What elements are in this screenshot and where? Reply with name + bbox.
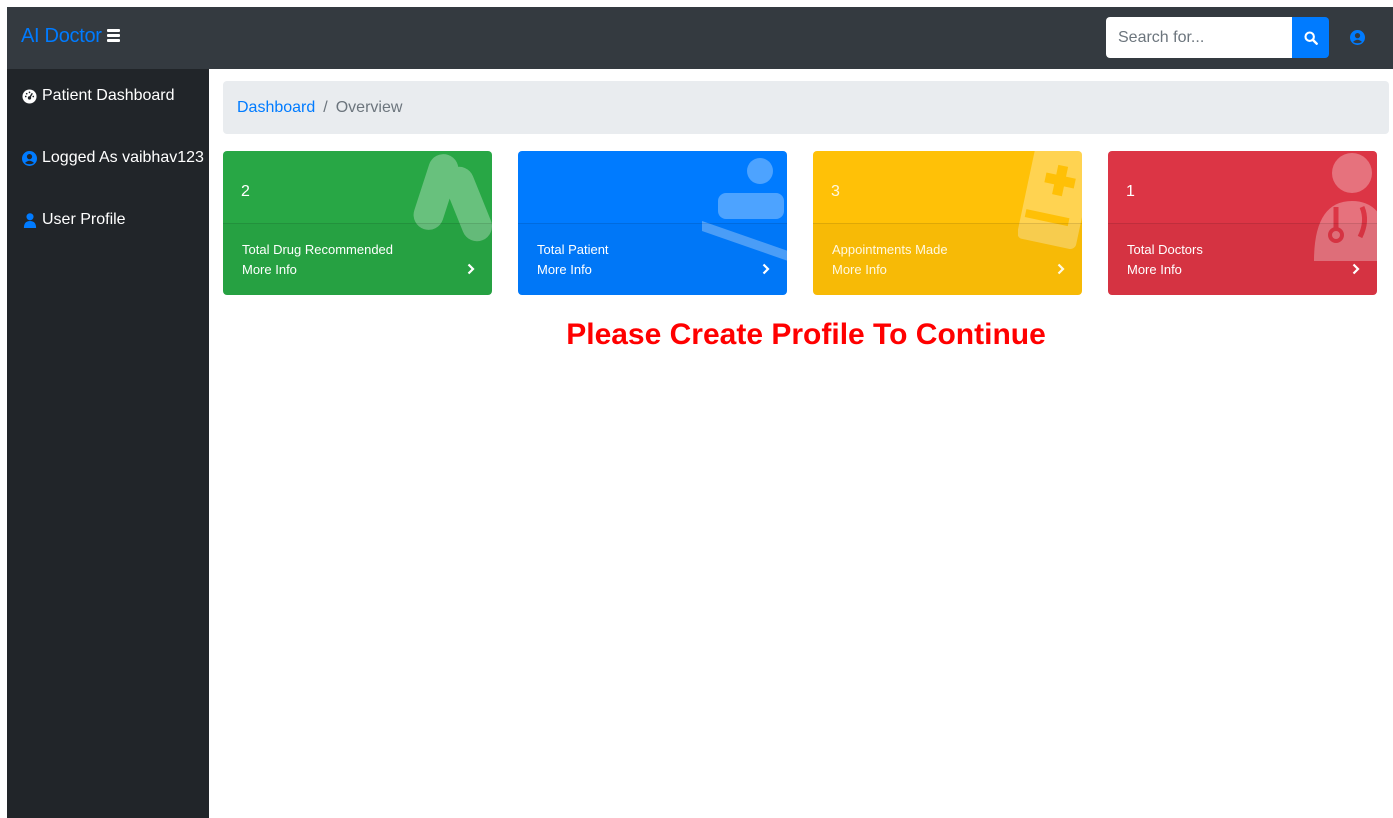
breadcrumb-dashboard-link[interactable]: Dashboard bbox=[237, 99, 315, 117]
card-label: Total Doctors bbox=[1127, 242, 1203, 257]
user-circle-icon bbox=[22, 150, 37, 166]
card-footer bbox=[223, 224, 492, 295]
sidebar-item-label: Logged As vaibhav123 bbox=[42, 149, 204, 166]
search-button[interactable] bbox=[1292, 17, 1329, 58]
card-total-drug-recommended: 2 Total Drug Recommended More Info bbox=[223, 151, 492, 295]
more-info-link[interactable]: More Info bbox=[537, 262, 592, 277]
card-appointments-made: 3 Appointments Made More Info bbox=[813, 151, 1082, 295]
brand-link[interactable]: AI Doctor bbox=[21, 25, 102, 48]
chevron-right-icon[interactable] bbox=[467, 263, 475, 275]
tachometer-icon bbox=[22, 88, 37, 104]
breadcrumb-current: Overview bbox=[335, 98, 403, 116]
hamburger-icon bbox=[107, 29, 120, 32]
more-info-link[interactable]: More Info bbox=[1127, 262, 1182, 277]
breadcrumb-separator: / bbox=[323, 98, 328, 116]
sidebar-item-logged-as[interactable]: Logged As vaibhav123 bbox=[22, 149, 204, 167]
card-total-patient: Total Patient More Info bbox=[518, 151, 787, 295]
chevron-right-icon[interactable] bbox=[1057, 263, 1065, 275]
card-footer bbox=[518, 224, 787, 295]
card-count: 2 bbox=[241, 183, 250, 200]
hamburger-icon-line bbox=[107, 39, 120, 42]
user-menu-button[interactable] bbox=[1347, 27, 1367, 47]
card-footer bbox=[813, 224, 1082, 295]
hamburger-icon-line bbox=[107, 34, 120, 37]
card-footer bbox=[1108, 224, 1377, 295]
top-navbar: AI Doctor bbox=[7, 7, 1393, 69]
card-label: Appointments Made bbox=[832, 242, 948, 257]
search-icon bbox=[1303, 30, 1318, 45]
menu-toggle-button[interactable] bbox=[107, 29, 120, 43]
search-input[interactable] bbox=[1106, 17, 1292, 58]
card-total-doctors: 1 Total Doctors More Info bbox=[1108, 151, 1377, 295]
card-label: Total Drug Recommended bbox=[242, 242, 394, 257]
sidebar-item-label: Patient Dashboard bbox=[42, 87, 175, 104]
more-info-link[interactable]: More Info bbox=[832, 262, 887, 277]
chevron-right-icon[interactable] bbox=[762, 263, 770, 275]
user-circle-icon bbox=[1349, 29, 1365, 45]
card-count: 1 bbox=[1126, 183, 1135, 200]
sidebar-item-patient-dashboard[interactable]: Patient Dashboard bbox=[22, 87, 175, 105]
sidebar: Patient Dashboard Logged As vaibhav123 U… bbox=[7, 69, 209, 818]
breadcrumb: Dashboard / Overview bbox=[223, 81, 1389, 134]
card-label: Total Patient bbox=[537, 242, 609, 257]
card-count: 3 bbox=[831, 183, 840, 200]
sidebar-item-label: User Profile bbox=[42, 211, 126, 228]
more-info-link[interactable]: More Info bbox=[242, 262, 297, 277]
chevron-right-icon[interactable] bbox=[1352, 263, 1360, 275]
create-profile-notice: Please Create Profile To Continue bbox=[566, 318, 1046, 351]
app-frame: AI Doctor Search for... Patient Dashboar… bbox=[7, 7, 1393, 818]
sidebar-item-user-profile[interactable]: User Profile bbox=[22, 211, 126, 229]
user-icon bbox=[22, 212, 37, 228]
